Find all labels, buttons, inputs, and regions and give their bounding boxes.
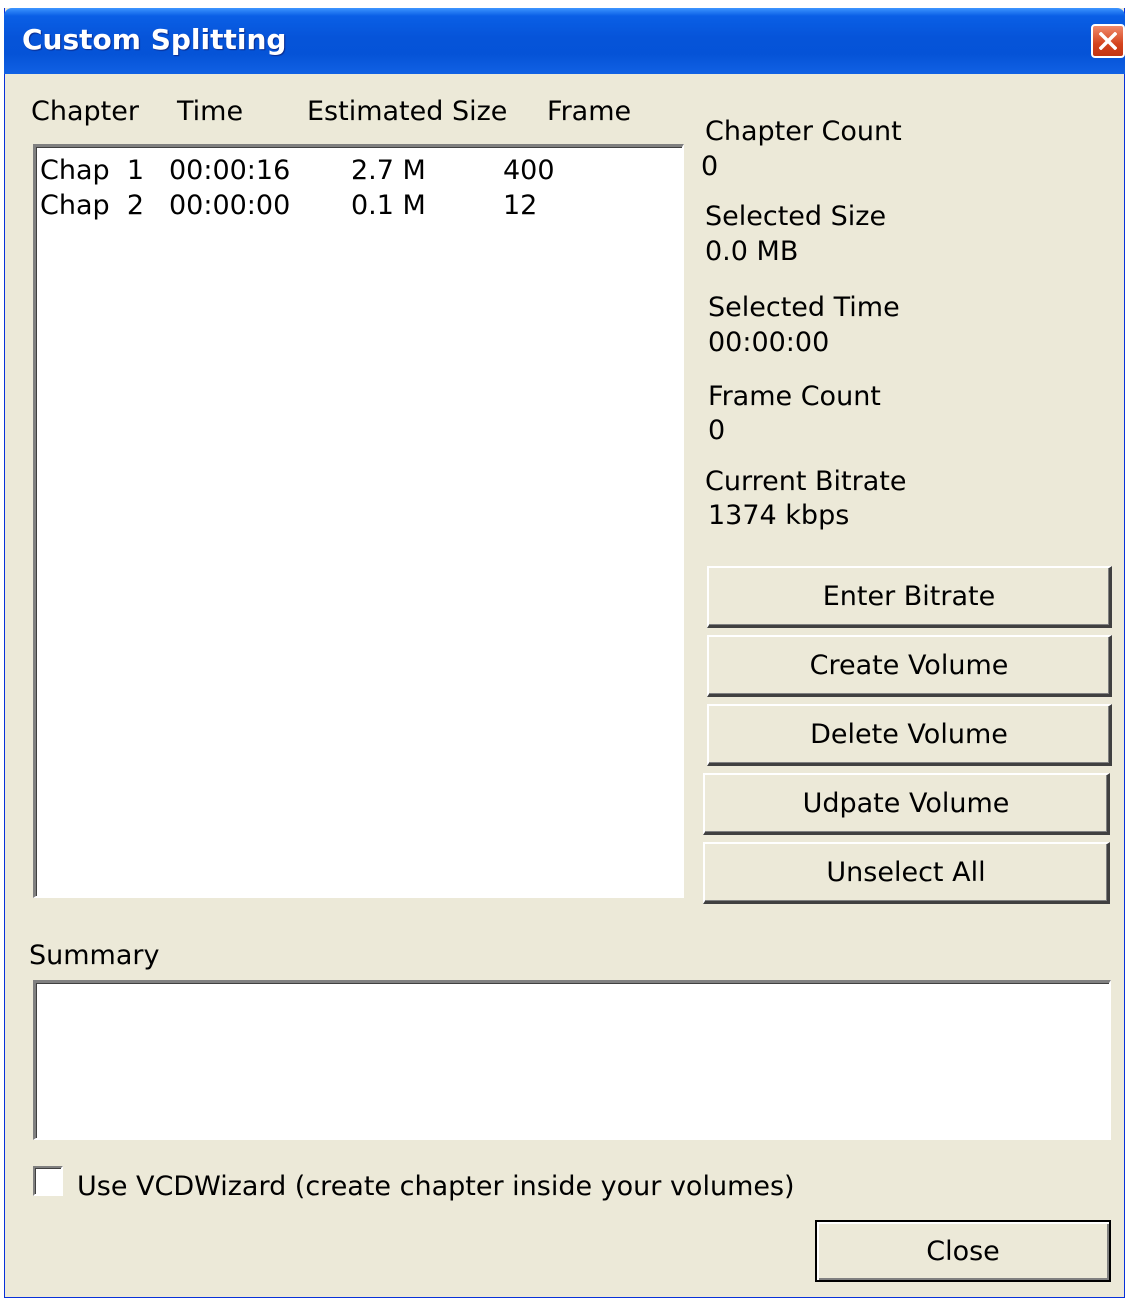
selected-time-value: 00:00:00 — [708, 327, 830, 358]
close-window-button[interactable] — [1091, 24, 1125, 58]
chapter-name: Chap 1 — [40, 155, 144, 186]
chapter-time: 00:00:00 — [169, 190, 291, 221]
chapter-count-value: 0 — [701, 151, 719, 182]
chapter-count-label: Chapter Count — [705, 116, 902, 147]
close-button[interactable]: Close — [815, 1220, 1111, 1282]
current-bitrate-label: Current Bitrate — [705, 466, 907, 497]
column-header-frame[interactable]: Frame — [547, 96, 631, 127]
current-bitrate-value: 1374 kbps — [708, 500, 850, 531]
enter-bitrate-button[interactable]: Enter Bitrate — [707, 566, 1112, 628]
chapter-name: Chap 2 — [40, 190, 144, 221]
window-title: Custom Splitting — [22, 23, 287, 56]
column-header-time[interactable]: Time — [177, 96, 243, 127]
chapter-time: 00:00:16 — [169, 155, 291, 186]
custom-splitting-dialog: Custom Splitting Chapter Time Estimated … — [4, 8, 1125, 1298]
title-bar[interactable]: Custom Splitting — [4, 8, 1125, 74]
selected-size-value: 0.0 MB — [705, 236, 799, 267]
frame-count-label: Frame Count — [708, 381, 881, 412]
summary-field[interactable] — [33, 980, 1111, 1140]
frame-count-value: 0 — [708, 415, 726, 446]
chapter-list[interactable]: Chap 1 00:00:16 2.7 M 400 Chap 2 00:00:0… — [33, 144, 684, 898]
column-header-estimated-size[interactable]: Estimated Size — [307, 96, 507, 127]
selected-size-label: Selected Size — [705, 201, 887, 232]
close-icon — [1099, 32, 1117, 50]
chapter-size: 2.7 M — [351, 155, 426, 186]
update-volume-button[interactable]: Udpate Volume — [703, 773, 1110, 835]
summary-label: Summary — [29, 940, 160, 971]
list-item[interactable]: Chap 2 00:00:00 0.1 M 12 — [36, 190, 682, 224]
vcdwizard-checkbox[interactable] — [33, 1166, 63, 1196]
vcdwizard-checkbox-label[interactable]: Use VCDWizard (create chapter inside you… — [77, 1171, 795, 1202]
delete-volume-button[interactable]: Delete Volume — [707, 704, 1112, 766]
selected-time-label: Selected Time — [708, 292, 900, 323]
unselect-all-button[interactable]: Unselect All — [703, 842, 1110, 904]
chapter-frame: 400 — [503, 155, 555, 186]
list-item[interactable]: Chap 1 00:00:16 2.7 M 400 — [36, 155, 682, 189]
create-volume-button[interactable]: Create Volume — [707, 635, 1112, 697]
column-header-chapter[interactable]: Chapter — [31, 96, 139, 127]
chapter-frame: 12 — [503, 190, 538, 221]
chapter-size: 0.1 M — [351, 190, 426, 221]
